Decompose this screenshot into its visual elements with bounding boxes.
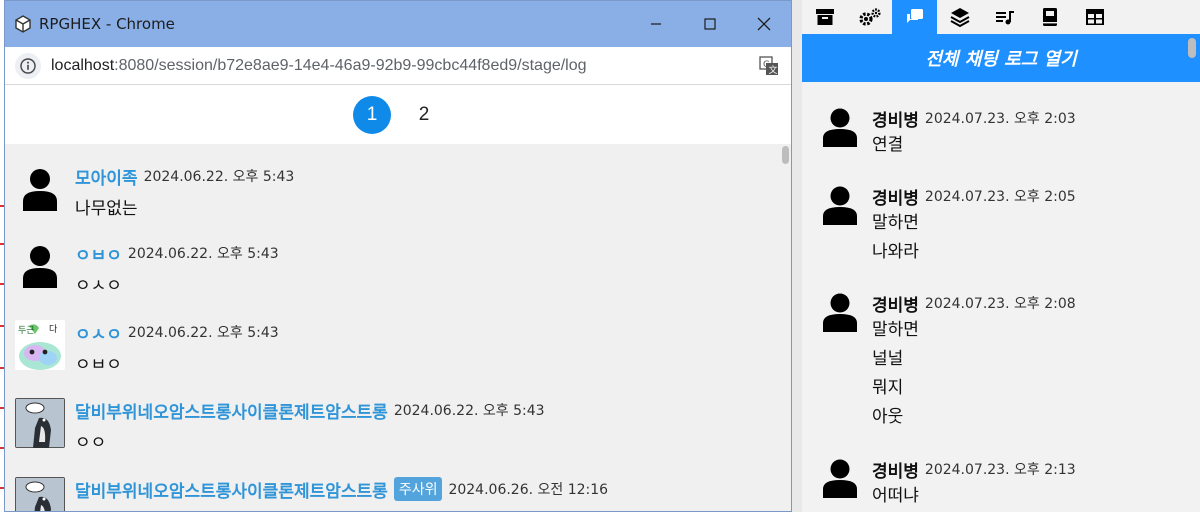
- open-full-chat-log-button[interactable]: 전체 채팅 로그 열기: [802, 34, 1200, 82]
- table-icon[interactable]: [1072, 0, 1117, 34]
- message-line: 뭐지: [872, 378, 904, 398]
- panel-tab-bar: [802, 0, 1200, 34]
- chat-message: 경비병 2024.07.23. 오후 2:05 말하면 나와라: [818, 183, 1076, 267]
- url-text[interactable]: localhost:8080/session/b72e8ae9-14e4-46a…: [51, 57, 587, 75]
- right-panel: 전체 채팅 로그 열기 경비병 2024.07.23. 오후 2:03 연결 경…: [802, 0, 1200, 512]
- sender-name[interactable]: 모아이족: [75, 164, 138, 189]
- page-1-button[interactable]: 1: [353, 96, 391, 134]
- sender-name[interactable]: 달비부위네오암스트롱사이클론제트암스트롱: [75, 398, 388, 423]
- message-time: 2024.07.23. 오후 2:03: [924, 111, 1076, 127]
- message-time: 2024.06.22. 오후 5:43: [393, 403, 545, 419]
- chat-log-list: 모아이족 2024.06.22. 오후 5:43 나무없는 ㅇㅂㅇ 2024.0…: [5, 144, 791, 511]
- title-bar: RPGHEX - Chrome: [5, 1, 791, 47]
- url-path: :8080/session/b72e8ae9-14e4-46a9-92b9-99…: [114, 56, 587, 74]
- music-list-icon[interactable]: [982, 0, 1027, 34]
- message-line: 어떠냐: [872, 486, 919, 506]
- person-silhouette-icon: [818, 183, 862, 227]
- message-time: 2024.07.23. 오후 2:05: [924, 189, 1076, 205]
- address-bar[interactable]: localhost:8080/session/b72e8ae9-14e4-46a…: [5, 47, 791, 85]
- dice-badge: 주사위: [393, 477, 443, 501]
- message-line: 말하면: [872, 213, 919, 233]
- log-item: 모아이족 2024.06.22. 오후 5:43 나무없는: [15, 164, 294, 219]
- message-time: 2024.06.22. 오후 5:43: [127, 246, 279, 262]
- gears-icon[interactable]: [847, 0, 892, 34]
- page-2-button[interactable]: 2: [405, 96, 443, 134]
- svg-text:다: 다: [49, 324, 58, 335]
- message-text: ㅇㅅㅇ: [75, 276, 122, 296]
- message-line: 말하면: [872, 320, 919, 340]
- message-time: 2024.07.23. 오후 2:08: [924, 296, 1076, 312]
- archive-icon[interactable]: [802, 0, 847, 34]
- chat-icon[interactable]: [892, 0, 937, 34]
- maximize-button[interactable]: [683, 1, 737, 47]
- sender-name[interactable]: ㅇㅂㅇ: [75, 241, 122, 266]
- comic-penguin-avatar: [15, 477, 65, 511]
- sender-name: 경비병: [872, 110, 919, 131]
- person-silhouette-icon: [818, 105, 862, 149]
- message-text: ㅇㅂㅇ: [75, 355, 122, 375]
- message-text: 나무없는: [75, 199, 138, 219]
- minimize-button[interactable]: [629, 1, 683, 47]
- person-silhouette-icon: [15, 164, 65, 214]
- message-time: 2024.06.22. 오후 5:43: [127, 325, 279, 341]
- chat-message: 경비병 2024.07.23. 오후 2:03 연결: [818, 105, 1076, 160]
- book-icon[interactable]: [1027, 0, 1072, 34]
- log-item: 달비부위네오암스트롱사이클론제트암스트롱 주사위 2024.06.26. 오전 …: [15, 477, 609, 511]
- sender-name: 경비병: [872, 295, 919, 316]
- sender-name[interactable]: ㅇㅅㅇ: [75, 320, 122, 345]
- close-button[interactable]: [737, 1, 791, 47]
- chat-message: 경비병 2024.07.23. 오후 2:08 말하면 널널 뭐지 아웃: [818, 290, 1076, 432]
- sender-name: 경비병: [872, 188, 919, 209]
- sender-name: 경비병: [872, 461, 919, 482]
- pagination: 1 2: [5, 85, 791, 145]
- svg-text:文: 文: [769, 64, 778, 76]
- person-silhouette-icon: [15, 241, 65, 291]
- log-item: 달비부위네오암스트롱사이클론제트암스트롱 2024.06.22. 오후 5:43…: [15, 398, 545, 453]
- message-line: 널널: [872, 349, 904, 369]
- message-line: 연결: [872, 135, 904, 155]
- sender-name[interactable]: 달비부위네오암스트롱사이클론제트암스트롱: [75, 477, 388, 502]
- url-host: localhost: [51, 56, 115, 74]
- message-text: ㅇㅇ: [75, 433, 107, 453]
- comic-penguin-avatar: [15, 398, 65, 448]
- layers-icon[interactable]: [937, 0, 982, 34]
- person-silhouette-icon: [818, 456, 862, 500]
- app-cube-icon: [13, 14, 33, 34]
- translate-icon[interactable]: G文: [757, 54, 781, 78]
- popup-window: RPGHEX - Chrome localhost:8080/session/b…: [4, 0, 792, 512]
- person-silhouette-icon: [818, 290, 862, 334]
- log-item: 두근 다 ㅇㅅㅇ 2024.06.22. 오후 5:43 ㅇㅂㅇ: [15, 320, 279, 375]
- message-time: 2024.06.22. 오후 5:43: [143, 169, 295, 185]
- window-title: RPGHEX - Chrome: [39, 15, 175, 33]
- cartoon-creature-avatar: 두근 다: [15, 320, 65, 370]
- message-time: 2024.06.26. 오전 12:16: [448, 482, 609, 498]
- svg-text:두근: 두근: [18, 325, 35, 336]
- chat-message: 경비병 2024.07.23. 오후 2:13 어떠냐: [818, 456, 1076, 511]
- scrollbar-thumb[interactable]: [782, 146, 789, 164]
- site-info-icon[interactable]: [15, 52, 41, 79]
- message-time: 2024.07.23. 오후 2:13: [924, 462, 1076, 478]
- log-item: ㅇㅂㅇ 2024.06.22. 오후 5:43 ㅇㅅㅇ: [15, 241, 279, 296]
- message-line: 나와라: [872, 242, 919, 262]
- panel-scrollbar-thumb[interactable]: [1188, 38, 1196, 58]
- message-line: 아웃: [872, 407, 904, 427]
